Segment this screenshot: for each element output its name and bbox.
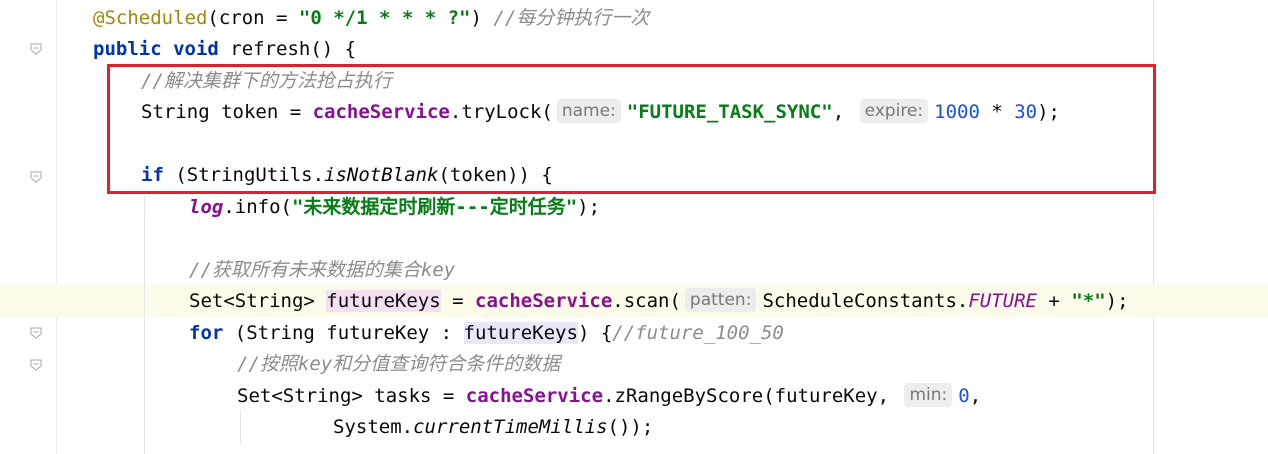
code-token: //future_100_50 [612,322,784,344]
code-token: + [1036,290,1072,312]
fold-icon[interactable] [29,326,43,340]
code-line[interactable]: public void refresh() { [0,33,1268,65]
code-token: cacheService [465,385,604,407]
code-line[interactable]: Set<String> futureKeys = cacheService.sc… [0,285,1268,317]
code-token: for [189,322,235,344]
code-token: cacheService [312,101,450,123]
code-line-content: //按照key和分值查询符合条件的数据 [237,348,560,380]
fold-icon[interactable] [29,170,43,184]
code-line-content: System.currentTimeMillis()); [333,411,653,443]
code-token: //按照key和分值查询符合条件的数据 [237,353,561,375]
code-token: ScheduleConstants. [762,290,969,312]
indent-guide [144,196,145,454]
code-token: //获取所有未来数据的集合key [189,259,456,281]
code-token: "未来数据定时刷新---定时任务" [291,196,578,218]
code-line[interactable]: Set<String> tasks = cacheService.zRangeB… [0,380,1268,412]
fold-icon[interactable] [29,358,43,372]
code-token: , [832,101,856,123]
code-token: currentTimeMillis [413,416,608,438]
code-token: //解决集群下的方法抢占执行 [141,70,392,92]
code-token: ); [577,196,601,218]
indent-guide [240,410,241,444]
code-line-content: log.info("未来数据定时刷新---定时任务"); [189,191,600,223]
code-line[interactable]: //按照key和分值查询符合条件的数据 [0,348,1268,380]
code-line[interactable] [0,222,1268,254]
code-line-content: Set<String> tasks = cacheService.zRangeB… [237,380,981,412]
code-token: "*" [1071,290,1106,312]
code-token: @Scheduled [93,7,208,29]
code-token: (token)) { [438,164,553,186]
code-line[interactable]: @Scheduled(cron = "0 */1 * * * ?") //每分钟… [0,2,1268,34]
code-line[interactable]: //获取所有未来数据的集合key [0,254,1268,286]
code-line[interactable]: log.info("未来数据定时刷新---定时任务"); [0,191,1268,223]
code-line-content: for (String futureKey : futureKeys) {//f… [189,317,784,349]
code-token: "0 */1 * * * ?" [298,7,471,29]
code-token: System. [333,416,414,438]
code-line[interactable]: if (StringUtils.isNotBlank(token)) { [0,159,1268,191]
code-line-content: @Scheduled(cron = "0 */1 * * * ?") //每分钟… [93,2,649,34]
code-token: //每分钟执行一次 [493,7,650,29]
code-line-content: String token = cacheService.tryLock(name… [141,96,1060,128]
code-token: 0 [958,385,970,407]
code-token: Set<String> tasks = [237,385,466,407]
parameter-hint: min: [904,382,953,407]
code-token: cacheService [475,290,613,312]
code-token: 30 [1014,101,1038,123]
code-token: FUTURE [968,290,1037,312]
code-token: (String futureKey : [234,322,464,344]
code-token: .info( [223,196,292,218]
code-line[interactable]: System.currentTimeMillis()); [0,411,1268,443]
code-token: ); [1037,101,1060,123]
code-token: , [969,385,982,407]
code-line[interactable]: for (String futureKey : futureKeys) {//f… [0,317,1268,349]
code-token: 1000 [934,101,980,123]
code-token: (cron = [207,7,299,29]
code-token: ()); [607,416,654,438]
code-token: String token = [141,101,313,123]
code-token: .zRangeByScore(futureKey, [603,385,901,407]
code-line-content: //解决集群下的方法抢占执行 [141,65,392,97]
code-token: ) [470,7,494,29]
code-token: .scan( [612,290,681,312]
code-line-content: if (StringUtils.isNotBlank(token)) { [141,159,553,191]
code-token: .tryLock( [449,101,553,123]
code-token: public void [93,38,231,60]
code-line[interactable]: String token = cacheService.tryLock(name… [0,96,1268,128]
code-line-content: //获取所有未来数据的集合key [189,254,455,286]
code-token: * [979,101,1015,123]
code-token: futureKeys [326,290,441,312]
code-line-content: public void refresh() { [93,33,356,65]
code-token: Set<String> [189,290,327,312]
code-token: futureKeys [463,322,578,344]
parameter-hint: name: [556,98,621,123]
fold-icon[interactable] [29,42,43,56]
code-token: ); [1105,290,1129,312]
parameter-hint: expire: [859,98,929,123]
code-token: refresh() { [230,38,357,60]
code-line[interactable] [0,128,1268,160]
parameter-hint: patten: [684,287,757,312]
code-token: log [189,196,224,218]
code-token: = [440,290,475,312]
code-token: isNotBlank [324,164,439,186]
code-token: "FUTURE_TASK_SYNC" [626,101,833,123]
code-token: ) { [577,322,613,344]
code-token: if [141,164,176,186]
code-line[interactable]: //解决集群下的方法抢占执行 [0,65,1268,97]
code-line-content: Set<String> futureKeys = cacheService.sc… [189,285,1129,317]
code-token: (StringUtils. [175,164,325,186]
